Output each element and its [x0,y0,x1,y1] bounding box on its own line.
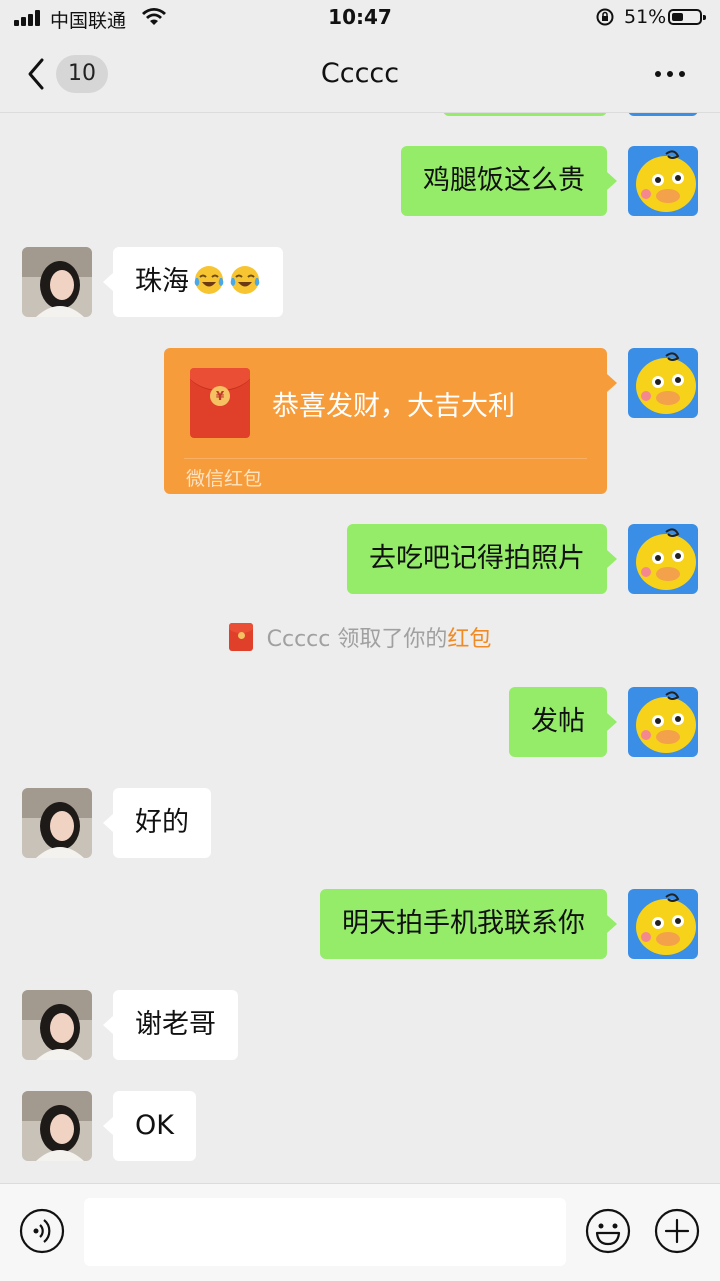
red-packet-icon: ¥ [190,368,250,438]
received-message-bubble[interactable]: 珠海 [103,247,283,317]
my-avatar[interactable] [628,113,698,116]
status-bar: 中国联通 10:47 51% [0,0,720,36]
my-avatar[interactable] [628,889,698,959]
contact-avatar[interactable] [22,1091,92,1161]
tears-of-joy-emoji-icon [230,266,260,294]
contact-avatar[interactable] [22,990,92,1060]
divider [184,458,587,459]
nav-bar: 10 Ccccc [0,36,720,113]
red-packet-card[interactable]: ¥ 恭喜发财，大吉大利 微信红包 [164,348,617,494]
red-packet-icon [228,623,253,651]
chat-title: Ccccc [320,58,400,89]
sent-message-bubble[interactable]: 鸡腿饭这么贵 [401,146,617,216]
tears-of-joy-emoji-icon [194,266,224,294]
contact-avatar[interactable] [22,788,92,858]
sent-message-bubble[interactable]: 明天拍手机我联系你 [320,889,617,959]
battery-icon [668,9,706,25]
red-packet-title: 恭喜发财，大吉大利 [272,391,515,422]
battery-percent: 51% [624,6,667,28]
more-options-button[interactable] [650,60,690,86]
emoji-button[interactable] [585,1208,631,1254]
sent-message-bubble[interactable]: 去吃吧记得拍照片 [347,524,617,594]
my-avatar[interactable] [628,524,698,594]
my-avatar[interactable] [628,687,698,757]
system-notice: Ccccc 领取了你的红包 [0,621,720,653]
notice-text: Ccccc 领取了你的 [266,627,448,652]
voice-input-button[interactable] [19,1208,65,1254]
red-packet-footer: 微信红包 [186,468,263,490]
message-text: 珠海 [135,266,189,297]
battery-fill [672,13,684,21]
rotation-lock-icon [596,8,614,26]
input-bar [0,1183,720,1281]
more-functions-button[interactable] [654,1208,700,1254]
partial-message-bubble[interactable] [443,113,607,116]
received-message-bubble[interactable]: 谢老哥 [103,990,238,1060]
received-message-bubble[interactable]: OK [103,1091,196,1161]
sent-message-bubble[interactable]: 发帖 [509,687,617,757]
my-avatar[interactable] [628,146,698,216]
my-avatar[interactable] [628,348,698,418]
received-message-bubble[interactable]: 好的 [103,788,211,858]
message-input[interactable] [84,1198,566,1266]
red-packet-link[interactable]: 红包 [447,627,491,652]
message-list[interactable]: 鸡腿饭这么贵 珠海 ¥ 恭喜发财，大吉大利 微信红包 去吃吧记得拍照片 Cccc… [0,113,720,1183]
contact-avatar[interactable] [22,247,92,317]
